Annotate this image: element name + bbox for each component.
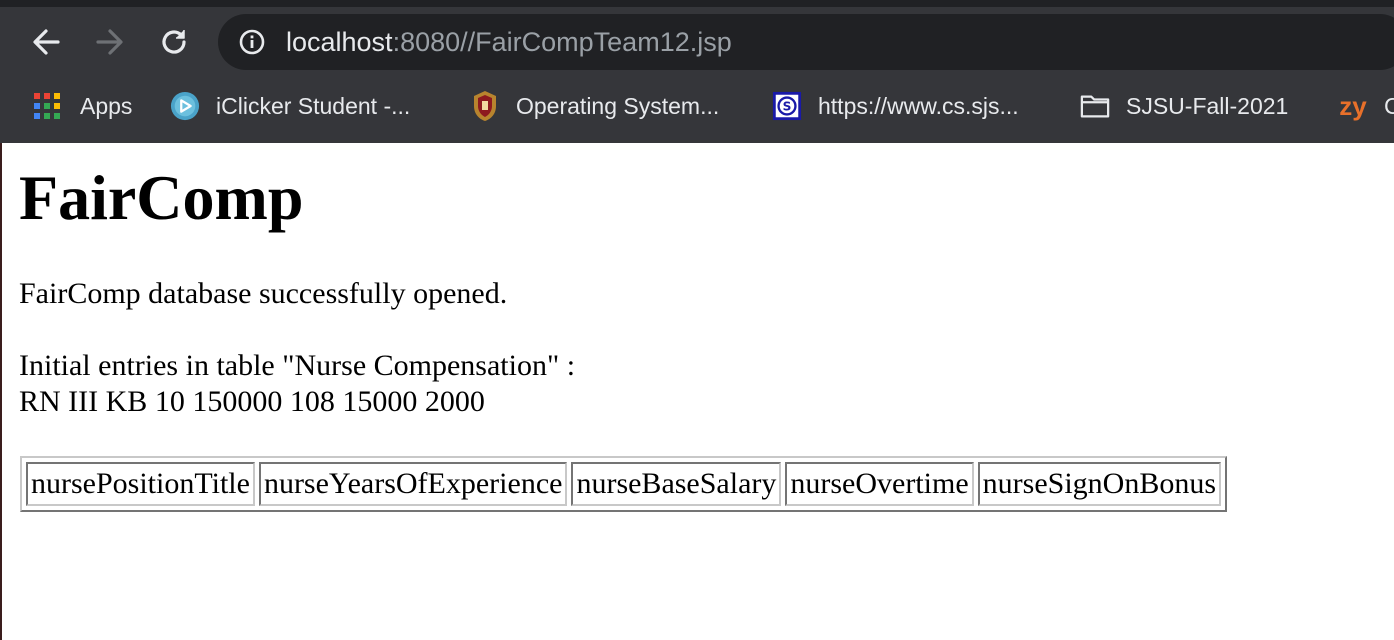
iclicker-icon: [170, 91, 200, 121]
zybooks-logo-text: zy: [1339, 90, 1367, 121]
page-title: FairComp: [19, 162, 304, 233]
bookmark-folder-sjsu[interactable]: SJSU-Fall-2021: [1080, 84, 1288, 128]
bookmark-zybooks[interactable]: zy C: [1336, 84, 1394, 128]
nurse-compensation-table: nursePositionTitle nurseYearsOfExperienc…: [20, 456, 1228, 512]
bookmark-label: SJSU-Fall-2021: [1126, 92, 1289, 119]
url-host: localhost: [286, 27, 393, 57]
bookmark-label: C: [1384, 92, 1394, 119]
cs-site-icon: S: [772, 91, 802, 121]
forward-button[interactable]: [92, 24, 128, 60]
entries-heading: Initial entries in table "Nurse Compensa…: [19, 349, 576, 382]
column-header: nurseSignOnBonus: [977, 462, 1222, 506]
bookmark-iclicker[interactable]: iClicker Student -...: [170, 84, 410, 128]
apps-grid-icon: [32, 91, 62, 121]
university-seal-icon: [470, 91, 500, 121]
svg-text:S: S: [783, 100, 792, 114]
back-button[interactable]: [28, 24, 64, 60]
bookmark-cs-site[interactable]: S https://www.cs.sjs...: [772, 84, 1019, 128]
url-path: :8080//FairCompTeam12.jsp: [392, 27, 732, 57]
bookmark-apps[interactable]: Apps: [32, 84, 132, 128]
bookmark-operating-system[interactable]: Operating System...: [470, 84, 719, 128]
reload-icon: [159, 27, 189, 57]
bookmarks-bar: Apps iClicker Student -... Operating Sys…: [0, 84, 1394, 128]
entry-row-text: RN III KB 10 150000 108 15000 2000: [19, 385, 485, 418]
tab-strip-edge: [0, 0, 1394, 7]
column-header: nurseYearsOfExperience: [258, 462, 568, 506]
site-info-icon[interactable]: [238, 28, 266, 56]
address-bar[interactable]: localhost:8080//FairCompTeam12.jsp: [218, 14, 1394, 70]
url-text[interactable]: localhost:8080//FairCompTeam12.jsp: [286, 26, 732, 58]
table-header-row: nursePositionTitle nurseYearsOfExperienc…: [26, 462, 1222, 506]
bookmark-label: https://www.cs.sjs...: [818, 92, 1019, 119]
arrow-left-icon: [31, 27, 61, 57]
bookmark-label: Apps: [80, 92, 133, 119]
browser-chrome: localhost:8080//FairCompTeam12.jsp Apps …: [0, 0, 1394, 143]
arrow-right-icon: [95, 27, 125, 57]
zybooks-icon: zy: [1336, 91, 1370, 121]
column-header: nursePositionTitle: [26, 462, 255, 506]
folder-icon: [1080, 91, 1110, 121]
bookmark-label: Operating System...: [516, 92, 720, 119]
column-header: nurseBaseSalary: [571, 462, 782, 506]
page-content: FairComp FairComp database successfully …: [0, 143, 1394, 640]
reload-button[interactable]: [156, 24, 192, 60]
bookmark-label: iClicker Student -...: [216, 92, 411, 119]
column-header: nurseOvertime: [785, 462, 974, 506]
status-message: FairComp database successfully opened.: [19, 277, 508, 310]
